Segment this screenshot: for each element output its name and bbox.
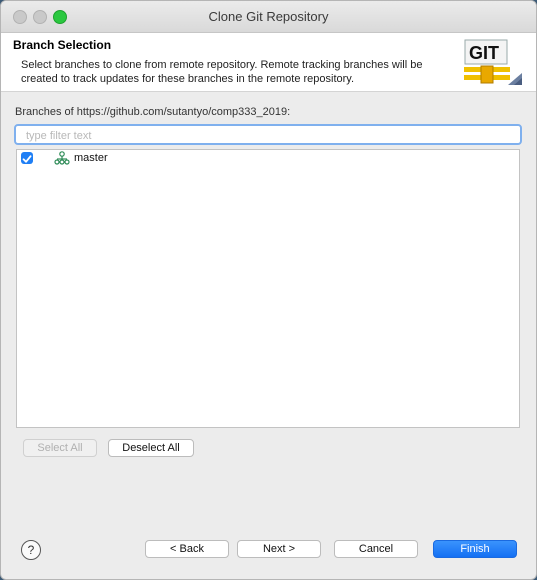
filter-input[interactable] (24, 129, 508, 143)
window-title: Clone Git Repository (208, 9, 329, 24)
branches-label: Branches of https://github.com/sutantyo/… (15, 106, 291, 118)
wizard-header: Branch Selection Select branches to clon… (1, 33, 536, 92)
finish-button[interactable]: Finish (433, 540, 517, 558)
title-bar: Clone Git Repository (1, 1, 536, 33)
checkmark-icon (22, 155, 32, 163)
branch-tree[interactable]: master (16, 149, 520, 428)
back-button[interactable]: < Back (145, 540, 229, 558)
branch-name: master (74, 152, 108, 164)
select-all-button[interactable]: Select All (23, 439, 97, 457)
filter-field[interactable] (14, 124, 522, 145)
git-logo-text: GIT (469, 43, 499, 63)
deselect-all-button[interactable]: Deselect All (108, 439, 194, 457)
help-icon[interactable]: ? (21, 540, 41, 560)
cancel-button[interactable]: Cancel (334, 540, 418, 558)
clone-git-repository-dialog: Clone Git Repository Branch Selection Se… (0, 0, 537, 580)
branch-icon (54, 151, 70, 165)
page-description: Select branches to clone from remote rep… (21, 59, 423, 85)
page-title: Branch Selection (13, 38, 112, 52)
git-logo-icon: GIT (464, 39, 522, 85)
next-button[interactable]: Next > (237, 540, 321, 558)
branch-row-master[interactable]: master (17, 150, 519, 168)
branch-checkbox[interactable] (21, 152, 33, 164)
